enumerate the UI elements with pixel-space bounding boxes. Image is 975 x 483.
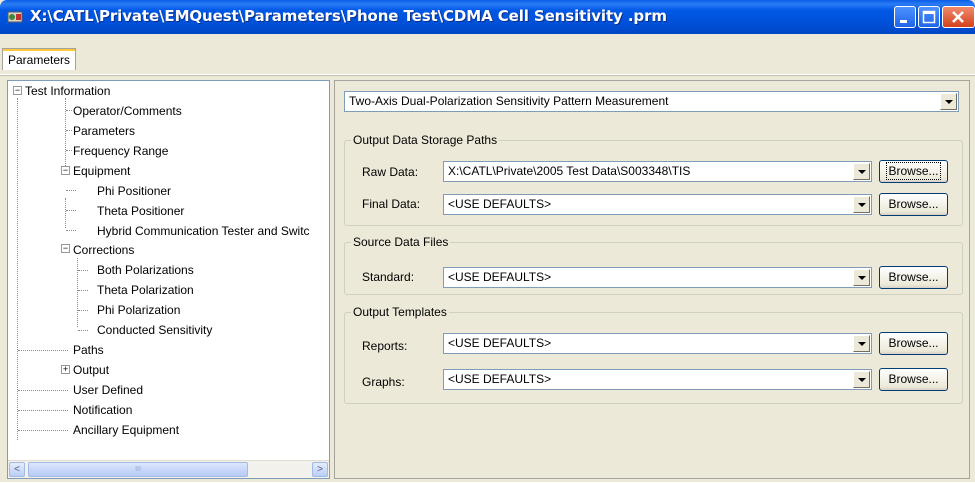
tree-connector [66, 110, 72, 111]
collapse-icon[interactable]: − [61, 244, 70, 253]
graphs-template-value: <USE DEFAULTS> [448, 372, 552, 386]
tree-item-output[interactable]: Output [73, 361, 109, 379]
tree-connector [78, 310, 88, 311]
tree-item-theta-positioner[interactable]: Theta Positioner [97, 202, 184, 220]
group-title: Source Data Files [351, 235, 451, 249]
standard-file-value: <USE DEFAULTS> [448, 270, 552, 284]
standard-label: Standard: [362, 270, 415, 284]
tree-root-line [17, 98, 18, 440]
tree-item-paths[interactable]: Paths [73, 341, 104, 359]
tree-item-ancillary-equipment[interactable]: Ancillary Equipment [73, 421, 179, 439]
tree-branch-line [77, 258, 78, 327]
tree-item-hybrid-tester[interactable]: Hybrid Communication Tester and Switc [97, 222, 310, 240]
tree-item-conducted-sensitivity[interactable]: Conducted Sensitivity [97, 321, 212, 339]
scroll-left-button[interactable]: < [9, 462, 25, 477]
dropdown-arrow-icon[interactable] [853, 335, 870, 352]
tab-strip [0, 34, 975, 76]
browse-label: Browse... [888, 372, 939, 386]
dropdown-arrow-icon[interactable] [853, 196, 870, 213]
reports-label: Reports: [362, 339, 408, 353]
expand-icon[interactable]: + [61, 365, 70, 374]
tree-item-corrections[interactable]: Corrections [73, 241, 134, 259]
maximize-icon [922, 10, 936, 24]
dropdown-arrow-icon[interactable] [853, 163, 870, 180]
reports-template-value: <USE DEFAULTS> [448, 336, 552, 350]
tree-item-phi-positioner[interactable]: Phi Positioner [97, 182, 171, 200]
tree-connector [66, 130, 72, 131]
reports-template-select[interactable]: <USE DEFAULTS> [443, 333, 872, 354]
tree-branch-line [65, 198, 66, 228]
raw-data-label: Raw Data: [362, 165, 419, 179]
graphs-label: Graphs: [362, 375, 405, 389]
final-data-path-value: <USE DEFAULTS> [448, 197, 552, 211]
close-button[interactable] [942, 6, 975, 28]
collapse-icon[interactable]: − [61, 166, 70, 175]
raw-data-path-select[interactable]: X:\CATL\Private\2005 Test Data\S003348\T… [443, 161, 872, 182]
window-title: X:\CATL\Private\EMQuest\Parameters\Phone… [30, 7, 667, 25]
parameter-tree[interactable]: − − − + Test Information Operator/Commen… [7, 80, 330, 479]
tree-connector [18, 390, 68, 391]
browse-label: Browse... [886, 162, 941, 180]
graphs-template-select[interactable]: <USE DEFAULTS> [443, 369, 872, 390]
title-bar[interactable]: X:\CATL\Private\EMQuest\Parameters\Phone… [0, 0, 975, 34]
tree-connector [66, 230, 76, 231]
final-data-path-select[interactable]: <USE DEFAULTS> [443, 194, 872, 215]
tree-item-equipment[interactable]: Equipment [73, 162, 130, 180]
tree-item-both-polarizations[interactable]: Both Polarizations [97, 261, 194, 279]
scroll-thumb[interactable]: III [28, 462, 248, 477]
tree-item-parameters[interactable]: Parameters [73, 122, 135, 140]
scroll-right-button[interactable]: > [312, 462, 328, 477]
tree-connector [66, 210, 76, 211]
browse-label: Browse... [888, 197, 939, 211]
group-title: Output Templates [351, 305, 449, 319]
final-data-label: Final Data: [362, 197, 421, 211]
tree-item-frequency-range[interactable]: Frequency Range [73, 142, 168, 160]
app-icon [7, 11, 23, 23]
storage-paths-group: Output Data Storage Paths Raw Data: X:\C… [344, 133, 963, 226]
browse-label: Browse... [888, 270, 939, 284]
horizontal-scrollbar[interactable]: < III > [8, 460, 329, 478]
tree-branch-line [65, 98, 66, 166]
graphs-browse-button[interactable]: Browse... [879, 368, 948, 391]
output-templates-group: Output Templates Reports: <USE DEFAULTS>… [344, 305, 963, 404]
tree-item-user-defined[interactable]: User Defined [73, 381, 143, 399]
tree-connector [18, 410, 68, 411]
group-title: Output Data Storage Paths [351, 133, 500, 147]
dropdown-arrow-icon[interactable] [853, 269, 870, 286]
minimize-icon [900, 20, 907, 23]
tab-parameters[interactable]: Parameters [2, 48, 77, 70]
tree-item-test-information[interactable]: Test Information [25, 82, 110, 100]
browse-label: Browse... [888, 336, 939, 350]
standard-browse-button[interactable]: Browse... [879, 266, 948, 289]
close-icon [952, 11, 964, 23]
dropdown-arrow-icon[interactable] [940, 93, 957, 110]
tree-connector [78, 330, 88, 331]
tree-item-theta-polarization[interactable]: Theta Polarization [97, 281, 194, 299]
collapse-icon[interactable]: − [13, 86, 22, 95]
tree-connector [18, 430, 68, 431]
reports-browse-button[interactable]: Browse... [879, 332, 948, 355]
tree-item-phi-polarization[interactable]: Phi Polarization [97, 301, 180, 319]
tree-connector [78, 270, 88, 271]
source-files-group: Source Data Files Standard: <USE DEFAULT… [344, 235, 963, 295]
measurement-type-value: Two-Axis Dual-Polarization Sensitivity P… [349, 94, 669, 108]
app-window: X:\CATL\Private\EMQuest\Parameters\Phone… [0, 0, 975, 482]
final-data-browse-button[interactable]: Browse... [879, 193, 948, 216]
raw-data-path-value: X:\CATL\Private\2005 Test Data\S003348\T… [448, 164, 691, 178]
tree-connector [78, 290, 88, 291]
tree-connector [66, 190, 76, 191]
settings-panel: Two-Axis Dual-Polarization Sensitivity P… [334, 80, 970, 479]
tree-connector [66, 150, 72, 151]
maximize-button[interactable] [918, 6, 940, 28]
tree-item-notification[interactable]: Notification [73, 401, 132, 419]
measurement-type-select[interactable]: Two-Axis Dual-Polarization Sensitivity P… [344, 91, 959, 112]
raw-data-browse-button[interactable]: Browse... [879, 160, 948, 183]
tree-connector [18, 350, 68, 351]
minimize-button[interactable] [894, 6, 916, 28]
dropdown-arrow-icon[interactable] [853, 371, 870, 388]
tree-item-operator-comments[interactable]: Operator/Comments [73, 102, 182, 120]
standard-file-select[interactable]: <USE DEFAULTS> [443, 267, 872, 288]
